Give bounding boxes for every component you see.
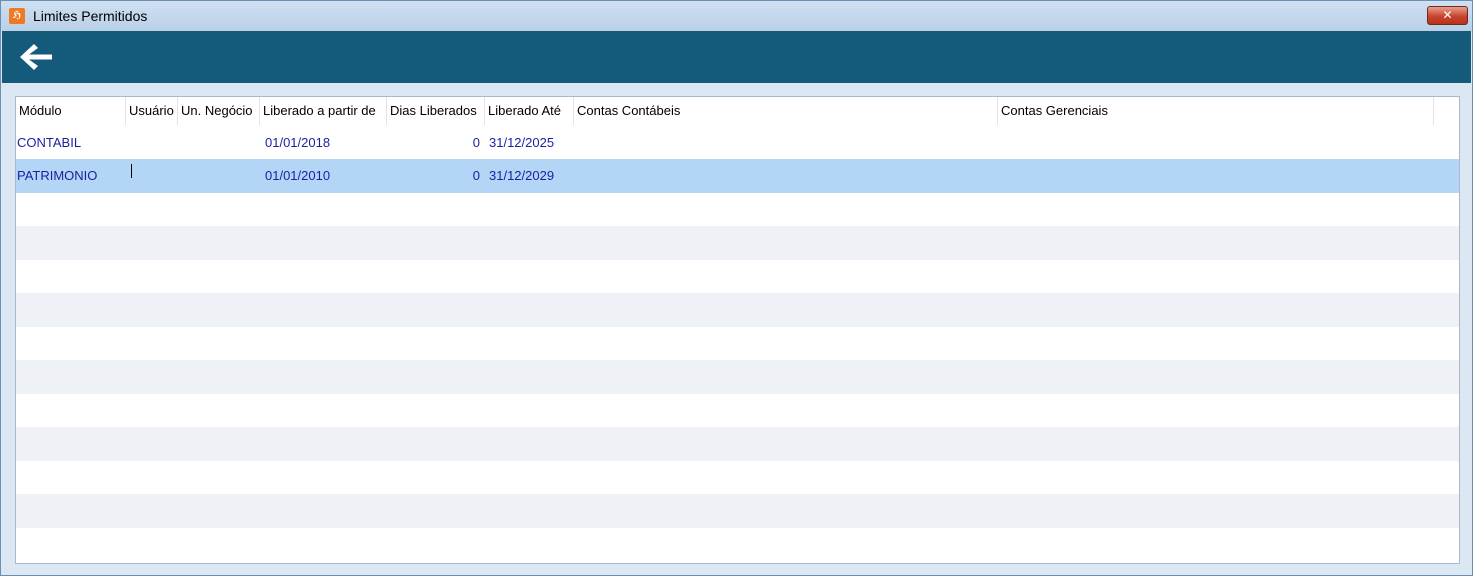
limits-grid[interactable]: Módulo Usuário Un. Negócio Liberado a pa…: [15, 96, 1460, 564]
empty-row: [16, 394, 1459, 428]
cell-liberado-ate: 31/12/2029: [489, 168, 555, 183]
empty-row: [16, 494, 1459, 528]
cell-usuario[interactable]: [126, 159, 178, 192]
column-header-usuario[interactable]: Usuário: [126, 97, 178, 125]
empty-row: [16, 427, 1459, 461]
title-bar: ℌ Limites Permitidos ✕: [1, 1, 1472, 31]
empty-row: [16, 193, 1459, 227]
cell-contas-gerenciais: [1002, 126, 1434, 159]
empty-row: [16, 461, 1459, 495]
cell-liberado-de: 01/01/2018: [265, 135, 331, 150]
cell-dias-liberados: 0: [472, 168, 480, 183]
close-button[interactable]: ✕: [1427, 6, 1468, 25]
window-title: Limites Permitidos: [33, 8, 148, 24]
column-header-contas-contabeis[interactable]: Contas Contábeis: [574, 97, 998, 125]
cell-contas-contabeis: [578, 159, 998, 192]
cell-contas-contabeis: [578, 126, 998, 159]
empty-row: [16, 327, 1459, 361]
empty-row: [16, 226, 1459, 260]
empty-row: [16, 360, 1459, 394]
text-cursor: [131, 164, 132, 178]
column-header-liberado-de[interactable]: Liberado a partir de: [260, 97, 387, 125]
grid-header: Módulo Usuário Un. Negócio Liberado a pa…: [16, 97, 1459, 125]
cell-usuario: [126, 126, 178, 159]
table-row-selected[interactable]: PATRIMONIO 01/01/2010 0 31/12/2029: [16, 159, 1459, 193]
sales-app-icon: ℌ: [9, 8, 25, 24]
cell-contas-gerenciais: [1002, 159, 1434, 192]
cell-liberado-ate: 31/12/2025: [489, 135, 555, 150]
empty-row: [16, 293, 1459, 327]
empty-row: [16, 528, 1459, 562]
column-header-liberado-ate[interactable]: Liberado Até: [485, 97, 574, 125]
column-header-dias-liberados[interactable]: Dias Liberados: [387, 97, 485, 125]
cell-liberado-de: 01/01/2010: [265, 168, 331, 183]
column-header-modulo[interactable]: Módulo: [16, 97, 126, 125]
table-row[interactable]: CONTABIL 01/01/2018 0 31/12/2025: [16, 126, 1459, 160]
app-window: ℌ Limites Permitidos ✕ Módulo Usuário Un…: [0, 0, 1473, 576]
arrow-left-icon: [20, 44, 52, 70]
cell-un-negocio: [178, 126, 260, 159]
cell-dias-liberados: 0: [472, 135, 480, 150]
column-header-un-negocio[interactable]: Un. Negócio: [178, 97, 260, 125]
cell-modulo: PATRIMONIO: [17, 168, 98, 183]
back-button[interactable]: [14, 39, 58, 75]
column-header-contas-gerenciais[interactable]: Contas Gerenciais: [998, 97, 1434, 125]
cell-modulo: CONTABIL: [17, 135, 82, 150]
toolbar: [2, 31, 1471, 83]
cell-un-negocio: [178, 159, 260, 192]
empty-row: [16, 260, 1459, 294]
